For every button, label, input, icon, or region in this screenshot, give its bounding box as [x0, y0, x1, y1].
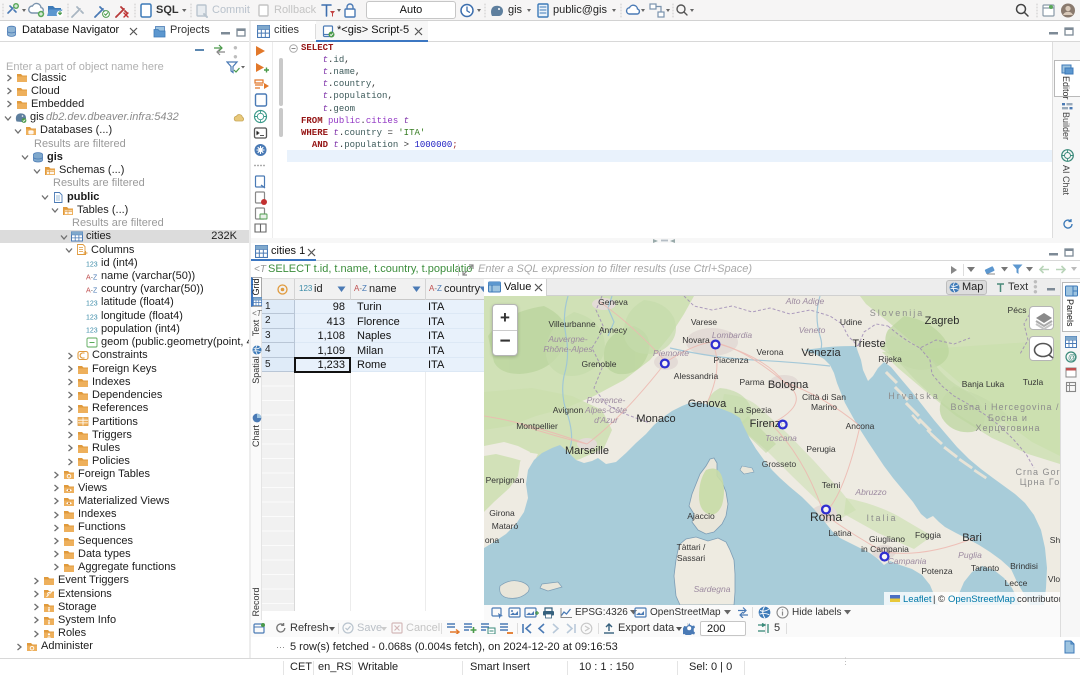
svg-text:Tàttari /: Tàttari /: [677, 542, 706, 552]
svg-text:Campania: Campania: [888, 556, 927, 566]
svg-text:Sassari: Sassari: [677, 553, 705, 563]
svg-text:Lecce: Lecce: [1005, 578, 1028, 588]
svg-text:Italia: Italia: [866, 513, 897, 523]
svg-text:Alessandria: Alessandria: [674, 371, 719, 381]
svg-text:Leaflet: Leaflet: [903, 594, 932, 605]
svg-text:Abruzzo: Abruzzo: [854, 487, 886, 497]
svg-text:Auvergne-: Auvergne-: [547, 334, 587, 344]
svg-text:Brindisi: Brindisi: [1010, 561, 1038, 571]
svg-text:Alto Adige: Alto Adige: [785, 296, 825, 306]
svg-text:Girona: Girona: [489, 508, 515, 518]
svg-text:Sh: Sh: [1050, 535, 1060, 545]
svg-text:@: @: [1068, 353, 1076, 362]
svg-text:Latina: Latina: [828, 528, 851, 538]
svg-text:Marino: Marino: [811, 402, 837, 412]
svg-text:Villeurbanne: Villeurbanne: [548, 319, 595, 329]
svg-text:La Spezia: La Spezia: [734, 405, 772, 415]
svg-text:Херцеговина: Херцеговина: [976, 423, 1041, 433]
svg-text:Sardegna: Sardegna: [694, 584, 731, 594]
svg-text:Rijeka: Rijeka: [878, 354, 902, 364]
svg-text:Bari: Bari: [962, 532, 982, 544]
svg-text:Mataró: Mataró: [492, 521, 519, 531]
svg-text:Crna Gor: Crna Gor: [1015, 467, 1060, 477]
svg-text:Lombardia: Lombardia: [712, 330, 752, 340]
svg-text:Perpignan: Perpignan: [486, 475, 525, 485]
svg-text:Venezia: Venezia: [801, 347, 841, 359]
svg-text:Pécs: Pécs: [1008, 305, 1027, 315]
svg-text:Giugliano: Giugliano: [869, 534, 905, 544]
svg-text:Varese: Varese: [691, 317, 718, 327]
svg-text:ona: ona: [485, 535, 499, 545]
svg-text:Piacenza: Piacenza: [714, 355, 749, 365]
svg-text:Bologna: Bologna: [768, 379, 809, 391]
svg-text:Potenza: Potenza: [921, 566, 952, 576]
svg-text:©: ©: [938, 594, 945, 605]
svg-text:Foggia: Foggia: [915, 530, 941, 540]
svg-text:Veneto: Veneto: [799, 325, 826, 335]
svg-text:Ajaccio: Ajaccio: [687, 511, 715, 521]
svg-text:Parma: Parma: [739, 377, 764, 387]
svg-text:Monaco: Monaco: [636, 413, 675, 425]
svg-text:Slovenija: Slovenija: [870, 308, 925, 318]
svg-text:Genova: Genova: [688, 398, 727, 410]
svg-text:Grenoble: Grenoble: [582, 359, 617, 369]
svg-text:Alpes-Côte: Alpes-Côte: [584, 405, 627, 415]
svg-text:Zagreb: Zagreb: [925, 315, 960, 327]
svg-text:Montpellier: Montpellier: [516, 421, 558, 431]
svg-text:Trieste: Trieste: [852, 338, 885, 350]
svg-text:Marseille: Marseille: [565, 445, 609, 457]
svg-text:Perugia: Perugia: [806, 444, 836, 454]
svg-text:Annecy: Annecy: [599, 325, 628, 335]
svg-text:d'Azur: d'Azur: [594, 415, 619, 425]
svg-text:Piemonte: Piemonte: [653, 348, 689, 358]
svg-text:contributors: contributors: [1017, 594, 1060, 605]
svg-text:Città di San: Città di San: [802, 392, 846, 402]
svg-text:Udine: Udine: [840, 317, 862, 327]
svg-text:Geneva: Geneva: [598, 297, 628, 307]
svg-text:|: |: [933, 594, 935, 605]
svg-text:Grosseto: Grosseto: [762, 459, 797, 469]
svg-text:Taranto: Taranto: [971, 563, 1000, 573]
svg-text:Босна и: Босна и: [988, 413, 1028, 423]
svg-text:Ancona: Ancona: [846, 421, 875, 431]
svg-text:Terni: Terni: [822, 480, 841, 490]
svg-text:Hrvatska: Hrvatska: [888, 391, 940, 401]
svg-text:Vlo: Vlo: [1048, 574, 1060, 584]
svg-text:Rhône-Alpes: Rhône-Alpes: [543, 344, 593, 354]
svg-text:Tuzla: Tuzla: [1023, 377, 1044, 387]
svg-text:Banja Luka: Banja Luka: [962, 379, 1005, 389]
svg-text:Avignon: Avignon: [553, 405, 584, 415]
svg-text:Bosna i Hercegovina /: Bosna i Hercegovina /: [950, 402, 1059, 412]
svg-text:OpenStreetMap: OpenStreetMap: [948, 594, 1015, 605]
svg-text:Puglia: Puglia: [958, 550, 982, 560]
svg-text:Provence-: Provence-: [587, 395, 626, 405]
svg-text:Toscana: Toscana: [765, 433, 797, 443]
svg-text:Црна Го: Црна Го: [1020, 477, 1060, 487]
svg-text:Verona: Verona: [757, 347, 784, 357]
svg-text:Novara: Novara: [682, 335, 710, 345]
